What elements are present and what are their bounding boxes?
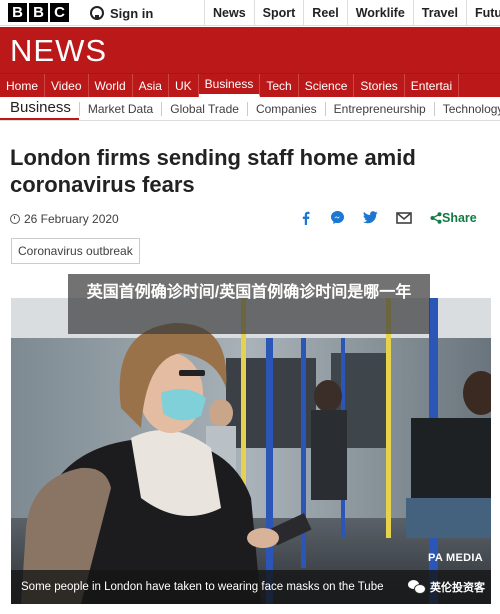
signin-link[interactable]: Sign in bbox=[90, 0, 153, 26]
sub-nav-market-data[interactable]: Market Data bbox=[78, 101, 161, 116]
twitter-icon[interactable] bbox=[363, 211, 378, 224]
section-nav-asia[interactable]: Asia bbox=[133, 74, 169, 97]
section-nav-science[interactable]: Science bbox=[299, 74, 355, 97]
tube-photo-illustration bbox=[11, 298, 491, 604]
image-credit: PA MEDIA bbox=[428, 552, 483, 564]
sub-nav-technology[interactable]: Technology bbox=[433, 101, 500, 116]
section-nav-world[interactable]: World bbox=[89, 74, 133, 97]
clock-icon bbox=[10, 214, 20, 224]
top-nav-worklife[interactable]: Worklife bbox=[346, 0, 413, 26]
messenger-icon[interactable] bbox=[330, 210, 345, 225]
news-banner: NEWS Home Video World Asia UK Business T… bbox=[0, 27, 500, 97]
user-icon bbox=[90, 6, 104, 20]
email-icon[interactable] bbox=[396, 211, 412, 224]
section-nav: Home Video World Asia UK Business Tech S… bbox=[0, 73, 500, 97]
sub-nav-entrepreneurship[interactable]: Entrepreneurship bbox=[324, 101, 434, 116]
overlay-banner: 英国首例确诊时间/英国首例确诊时间是哪一年 bbox=[68, 274, 430, 334]
signin-label: Sign in bbox=[110, 5, 154, 21]
top-bar: B B C Sign in News Sport Reel Worklife T… bbox=[0, 0, 500, 26]
section-nav-stories[interactable]: Stories bbox=[354, 74, 405, 97]
top-nav-sport[interactable]: Sport bbox=[253, 0, 304, 26]
section-nav-home[interactable]: Home bbox=[0, 74, 46, 97]
share-icon bbox=[430, 211, 442, 224]
sub-nav-companies[interactable]: Companies bbox=[246, 101, 325, 116]
sub-nav: Business Market Data Global Trade Compan… bbox=[0, 97, 500, 121]
top-nav-news[interactable]: News bbox=[204, 0, 254, 26]
sub-nav-section-title[interactable]: Business bbox=[0, 97, 79, 120]
article-image: PA MEDIA Some people in London have take… bbox=[11, 298, 491, 604]
bbc-logo[interactable]: B B C bbox=[8, 3, 69, 22]
section-nav-uk[interactable]: UK bbox=[169, 74, 199, 97]
article-meta: 26 February 2020 Share bbox=[10, 210, 490, 228]
watermark-text: 英伦投资客 bbox=[430, 582, 485, 594]
share-tools: Share bbox=[300, 210, 477, 225]
watermark: 英伦投资客 bbox=[408, 579, 485, 595]
facebook-icon[interactable] bbox=[300, 211, 312, 225]
section-nav-video[interactable]: Video bbox=[45, 74, 89, 97]
topic-tag[interactable]: Coronavirus outbreak bbox=[11, 238, 140, 264]
top-nav: News Sport Reel Worklife Travel Futu bbox=[204, 0, 500, 26]
news-wordmark[interactable]: NEWS bbox=[10, 33, 107, 69]
sub-nav-global-trade[interactable]: Global Trade bbox=[161, 101, 247, 116]
logo-letter-c: C bbox=[50, 3, 69, 22]
wechat-icon bbox=[408, 580, 426, 594]
top-nav-future[interactable]: Futu bbox=[465, 0, 500, 26]
top-nav-travel[interactable]: Travel bbox=[412, 0, 466, 26]
article-date: 26 February 2020 bbox=[24, 212, 119, 226]
logo-letter-b1: B bbox=[8, 3, 27, 22]
article-headline: London firms sending staff home amid cor… bbox=[10, 145, 416, 197]
top-nav-reel[interactable]: Reel bbox=[303, 0, 346, 26]
share-label: Share bbox=[442, 210, 477, 225]
section-nav-entertainment[interactable]: Entertai bbox=[405, 74, 460, 97]
image-caption-text: Some people in London have taken to wear… bbox=[21, 581, 384, 593]
share-button[interactable]: Share bbox=[430, 211, 477, 225]
logo-letter-b2: B bbox=[29, 3, 48, 22]
section-nav-business[interactable]: Business bbox=[198, 74, 261, 97]
section-nav-tech[interactable]: Tech bbox=[260, 74, 299, 97]
